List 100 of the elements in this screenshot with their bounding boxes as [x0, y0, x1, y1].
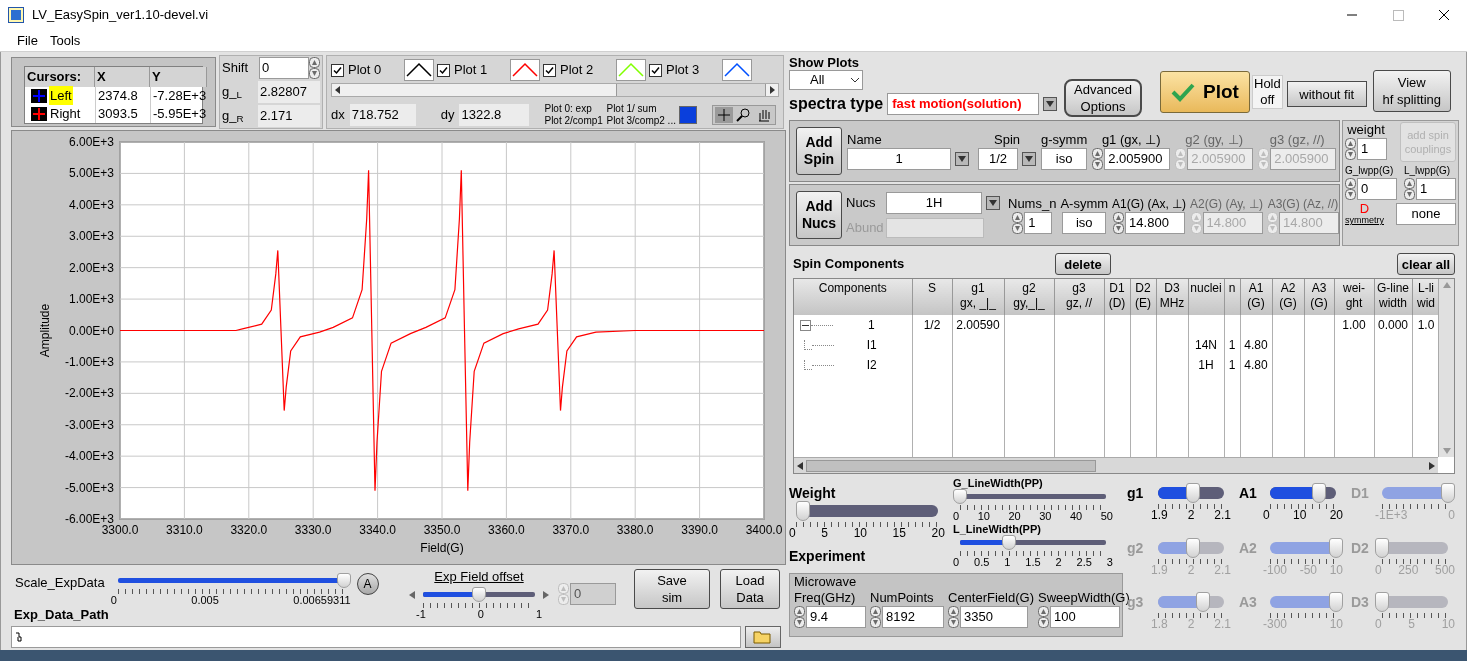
dropdown-button[interactable]	[1043, 97, 1058, 111]
scroll-thumb[interactable]	[616, 84, 766, 96]
column-header[interactable]: nuclei	[1188, 279, 1224, 315]
spinner-arrows-icon[interactable]	[1345, 178, 1356, 200]
add-nucs-button[interactable]: Add Nucs	[796, 191, 842, 239]
tree-item[interactable]: I1	[834, 336, 910, 354]
field-label: Nums_n	[1008, 196, 1057, 212]
checkbox[interactable]	[543, 63, 556, 77]
legend-note: Plot 0: exp	[544, 103, 593, 115]
spinner-arrows-icon[interactable]	[1037, 606, 1049, 628]
menu-item[interactable]: File	[17, 30, 38, 51]
spinner-arrows-icon[interactable]	[870, 606, 881, 628]
crosshair-icon[interactable]	[715, 107, 734, 123]
column-header[interactable]: S	[912, 279, 952, 315]
column-header[interactable]: A3 (G)	[1304, 279, 1334, 315]
number-field[interactable]: 1	[1024, 212, 1053, 234]
spinner-arrows-icon[interactable]	[1012, 212, 1024, 234]
column-header[interactable]: G-line width	[1374, 279, 1412, 315]
dropdown-button[interactable]	[1022, 152, 1036, 166]
tick-label: 2	[1055, 556, 1062, 569]
delete-button[interactable]: delete	[1055, 253, 1111, 275]
path-field[interactable]	[11, 626, 741, 648]
checkbox[interactable]	[649, 63, 662, 77]
number-field[interactable]: 1/2	[978, 148, 1018, 170]
column-header[interactable]: A2 (G)	[1272, 279, 1304, 315]
checkbox[interactable]	[331, 63, 344, 77]
field-label: D	[1359, 202, 1370, 215]
scroll-left-icon[interactable]	[796, 460, 804, 471]
column-header[interactable]: Components	[794, 279, 912, 315]
slider-thumb[interactable]	[953, 489, 967, 504]
dropdown-button[interactable]	[955, 152, 969, 166]
number-field[interactable]: 2.005900	[1104, 148, 1171, 170]
browse-button[interactable]	[745, 626, 781, 648]
number-field[interactable]: 1H	[886, 192, 982, 214]
slider-label: g1	[1127, 484, 1145, 503]
advanced-options-button[interactable]: Advanced Options	[1064, 79, 1142, 117]
number-field[interactable]: 100	[1049, 606, 1120, 628]
slider-thumb[interactable]	[336, 573, 351, 588]
tick-label: 250	[1398, 563, 1419, 577]
number-field[interactable]: 8192	[882, 606, 944, 628]
cursor-name[interactable]: Right	[49, 103, 82, 124]
spinner-arrows-icon[interactable]	[948, 606, 959, 628]
save-button[interactable]: Save sim	[634, 569, 710, 609]
slider-thumb[interactable]	[1001, 535, 1016, 550]
column-header[interactable]: L-li wid	[1412, 279, 1438, 315]
tree-item[interactable]: 1	[833, 316, 910, 334]
number-field[interactable]: none	[1396, 202, 1456, 225]
column-header[interactable]: D1 (D)	[1104, 279, 1130, 315]
slider-thumb[interactable]	[796, 501, 811, 521]
number-field[interactable]: 1	[847, 148, 951, 170]
tick-label: 2.1	[1214, 563, 1231, 577]
column-header[interactable]: wei- ght	[1334, 279, 1374, 315]
number-field[interactable]: iso	[1041, 148, 1088, 170]
cursor-name[interactable]: Left	[49, 85, 73, 106]
tree-item[interactable]: I2	[834, 356, 910, 374]
number-field[interactable]: 3350	[960, 606, 1028, 628]
scroll-thumb[interactable]	[806, 459, 1096, 472]
plots-dropdown[interactable]: All	[789, 70, 863, 90]
auto-button[interactable]: A	[356, 573, 379, 595]
column-header[interactable]: D2 (E)	[1130, 279, 1156, 315]
scroll-right-icon[interactable]	[1428, 460, 1436, 471]
spinner-arrows-icon[interactable]	[309, 57, 320, 79]
add-spin-button[interactable]: Add Spin	[796, 127, 842, 175]
number-field[interactable]: iso	[1062, 212, 1107, 234]
number-field[interactable]: 0	[570, 583, 616, 605]
abund-field[interactable]	[886, 218, 984, 238]
number-field[interactable]: 0	[1357, 178, 1397, 200]
collapse-toggle[interactable]	[800, 319, 811, 331]
fit-button[interactable]: without fit	[1286, 81, 1367, 107]
check-icon	[333, 65, 342, 75]
slider-thumb[interactable]	[1185, 483, 1200, 503]
number-field[interactable]: 9.4	[806, 606, 866, 628]
dropdown-button[interactable]	[986, 196, 1000, 210]
spinner-arrows-icon[interactable]	[1404, 178, 1415, 200]
spinner-arrows-icon[interactable]	[794, 606, 805, 628]
column-header[interactable]: A1 (G)	[1240, 279, 1272, 315]
increment-arrow-icon[interactable]	[542, 589, 550, 600]
checkbox[interactable]	[437, 63, 450, 77]
number-field[interactable]: 1	[1357, 138, 1387, 160]
clear-all-button[interactable]: clear all	[1397, 253, 1455, 275]
spectra-type-dropdown[interactable]: fast motion(solution)	[887, 93, 1040, 115]
spinner-arrows-icon[interactable]	[1345, 138, 1356, 160]
column-header[interactable]: g2 gy,_|_	[1004, 279, 1054, 315]
column-header[interactable]: g3 gz, //	[1054, 279, 1104, 315]
tick-label: 5.00E+3	[68, 166, 114, 181]
column-header[interactable]: D3 MHz	[1156, 279, 1188, 315]
color-swatch[interactable]	[679, 106, 698, 124]
plot-button[interactable]: Plot	[1160, 71, 1250, 113]
view-button[interactable]: View hf splitting	[1372, 70, 1451, 112]
spinner-arrows-icon[interactable]	[1092, 148, 1104, 170]
number-field[interactable]: 0	[259, 57, 309, 79]
number-field[interactable]: 1	[1416, 178, 1456, 200]
number-field[interactable]: 14.800	[1125, 212, 1186, 234]
slider-thumb[interactable]	[1311, 483, 1326, 503]
decrement-arrow-icon[interactable]	[408, 589, 416, 600]
slider-thumb[interactable]	[472, 586, 486, 602]
spinner-arrows-icon[interactable]	[1113, 212, 1125, 234]
column-header[interactable]: g1 gx, _|_	[952, 279, 1004, 315]
menu-item[interactable]: Tools	[49, 30, 81, 51]
load-button[interactable]: Load Data	[720, 569, 780, 609]
